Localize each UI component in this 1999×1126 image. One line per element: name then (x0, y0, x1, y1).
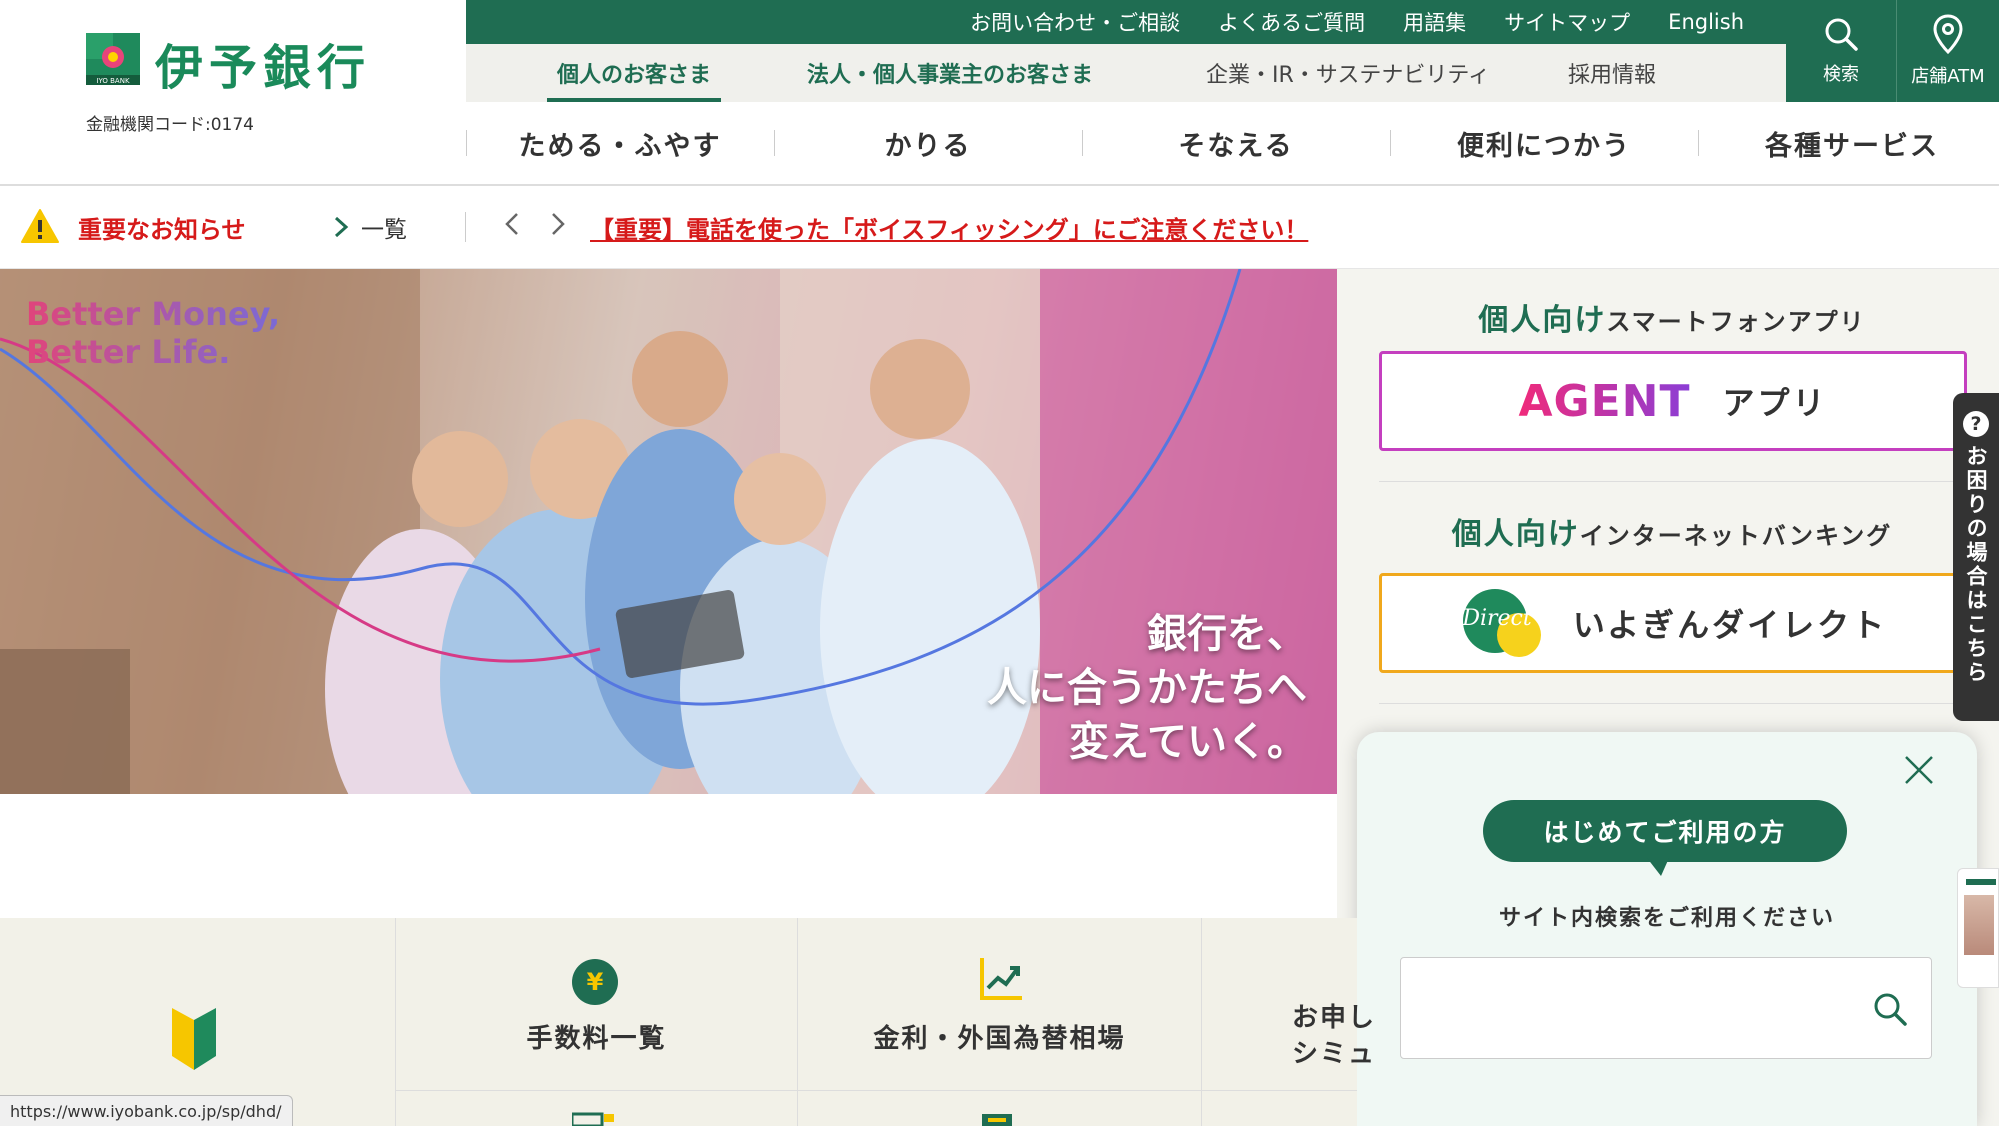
logo-sub-text: IYO BANK (96, 77, 130, 85)
next-row-icon-2 (982, 1114, 1012, 1126)
first-time-badge: はじめてご利用の方 (1483, 800, 1847, 862)
next-row-icon (572, 1112, 614, 1126)
page-preview-thumbnail[interactable] (1957, 868, 1999, 988)
chevron-right-icon (334, 216, 349, 238)
help-tab-label: お困りの場合はこちら (1964, 445, 1988, 685)
tab-recruit[interactable]: 採用情報 (1568, 44, 1656, 102)
search-submit-icon[interactable] (1871, 990, 1909, 1028)
smartphone-heading-accent: 個人向け (1478, 303, 1607, 338)
tab-company-ir[interactable]: 企業・IR・サステナビリティ (1206, 44, 1490, 102)
panel-divider (1379, 703, 1967, 704)
header-search-button[interactable]: 検索 (1786, 0, 1897, 102)
svg-text:¥: ¥ (587, 968, 604, 996)
quick-label-application: お申し シミュ (1292, 1000, 1376, 1072)
beginner-mark-icon (172, 1008, 216, 1070)
hero-brand-line-2: Better Life. (26, 333, 231, 371)
quick-label-application-line-2: シミュ (1292, 1039, 1377, 1069)
help-side-tab[interactable]: ? お困りの場合はこちら (1953, 393, 1999, 721)
thumbnail-header (1966, 879, 1996, 885)
nav-save-grow[interactable]: ためる・ふやす (466, 102, 774, 184)
smartphone-heading-text: スマートフォンアプリ (1606, 308, 1866, 336)
quick-cell-rates[interactable]: 金利・外国為替相場 (798, 918, 1202, 1126)
tab-corporate[interactable]: 法人・個人事業主のお客さま (807, 44, 1093, 102)
yen-coin-icon: ¥ (572, 959, 618, 1005)
warning-icon (21, 209, 59, 243)
hero-copy: 銀行を、 人に合うかたちへ 変えていく。 (987, 607, 1307, 769)
search-hint: サイト内検索をご利用ください (1498, 906, 1835, 931)
badge-tail (1647, 858, 1669, 876)
quick-label-application-line-1: お申し (1292, 1003, 1377, 1033)
direct-logo-icon: Direct (1461, 589, 1541, 657)
close-icon[interactable] (1903, 754, 1935, 786)
bank-name-logo[interactable]: 伊予銀行 (155, 28, 371, 98)
direct-label: いよぎんダイレクト (1572, 606, 1888, 644)
smartphone-app-heading: 個人向けスマートフォンアプリ (1377, 295, 1967, 339)
agent-logo: AGENT (1518, 375, 1691, 427)
important-notice-bar: 重要なお知らせ 一覧 【重要】電話を使った「ボイスフィッシング」にご注意ください… (0, 186, 1999, 268)
util-link-contact[interactable]: お問い合わせ・ご相談 (970, 7, 1180, 37)
map-pin-icon (1933, 14, 1963, 54)
question-icon: ? (1963, 411, 1989, 437)
site-header-logo-area: IYO BANK 伊予銀行 金融機関コード:0174 (0, 0, 466, 184)
main-nav: ためる・ふやす かりる そなえる 便利につかう 各種サービス (466, 102, 1999, 184)
thumbnail-image (1964, 895, 1994, 955)
nav-convenient-use[interactable]: 便利につかう (1390, 102, 1698, 184)
utility-links: お問い合わせ・ご相談 よくあるご質問 用語集 サイトマップ English (970, 0, 1744, 44)
quick-grid-divider (396, 1090, 1357, 1091)
search-label: 検索 (1823, 64, 1859, 85)
util-link-faq[interactable]: よくあるご質問 (1218, 7, 1365, 37)
direct-logo-text: Direct (1461, 606, 1532, 631)
quick-cell-fees[interactable]: ¥ 手数料一覧 (396, 918, 798, 1126)
quick-label-rates: 金利・外国為替相場 (873, 1024, 1126, 1054)
rate-chart-icon (980, 958, 1022, 1000)
ib-heading-accent: 個人向け (1451, 517, 1580, 552)
iyogin-direct-button[interactable]: Direct いよぎんダイレクト (1379, 573, 1967, 673)
header-atm-button[interactable]: 店舗ATM (1897, 0, 1999, 102)
internet-banking-heading: 個人向けインターネットバンキング (1377, 509, 1967, 553)
site-search-input[interactable] (1419, 958, 1849, 1058)
atm-label: 店舗ATM (1911, 66, 1985, 87)
status-bar-url: https://www.iyobank.co.jp/sp/dhd/ (0, 1095, 293, 1126)
util-link-sitemap[interactable]: サイトマップ (1504, 7, 1630, 37)
iyo-bank-logo-icon[interactable]: IYO BANK (86, 33, 140, 85)
agent-app-button[interactable]: AGENT アプリ (1379, 351, 1967, 451)
quick-label-fees: 手数料一覧 (526, 1024, 667, 1054)
agent-app-label: アプリ (1722, 384, 1828, 422)
nav-borrow[interactable]: かりる (774, 102, 1082, 184)
hero-brand-tagline: Better Money, Better Life. (26, 295, 280, 371)
hero-copy-line-3: 変えていく。 (1069, 719, 1307, 765)
notice-prev-arrow-icon[interactable] (500, 206, 524, 242)
notice-headline-link[interactable]: 【重要】電話を使った「ボイスフィッシング」にご注意ください！ (590, 210, 1308, 245)
hero-copy-line-2: 人に合うかたちへ (987, 665, 1307, 711)
tab-personal[interactable]: 個人のお客さま (546, 44, 722, 102)
hero-copy-line-1: 銀行を、 (1147, 611, 1307, 657)
ib-heading-text: インターネットバンキング (1579, 522, 1893, 550)
segment-tab-bar: 個人のお客さま 法人・個人事業主のお客さま 企業・IR・サステナビリティ 採用情… (466, 44, 1786, 102)
nav-prepare[interactable]: そなえる (1082, 102, 1390, 184)
bank-code: 金融機関コード:0174 (86, 115, 254, 135)
notice-list-label: 一覧 (361, 217, 407, 243)
search-icon (1825, 18, 1858, 51)
util-link-english[interactable]: English (1668, 10, 1744, 34)
quick-cell-application[interactable]: お申し シミュ (1202, 918, 1374, 1126)
notice-title: 重要なお知らせ (78, 216, 246, 244)
site-search-field (1400, 957, 1932, 1059)
utility-bar: お問い合わせ・ご相談 よくあるご質問 用語集 サイトマップ English (466, 0, 1786, 44)
hero-banner[interactable]: Better Money, Better Life. 銀行を、 人に合うかたちへ… (0, 269, 1337, 794)
notice-next-arrow-icon[interactable] (546, 206, 570, 242)
nav-services[interactable]: 各種サービス (1698, 102, 1999, 184)
notice-list-link[interactable]: 一覧 (333, 210, 407, 244)
notice-divider (465, 212, 466, 242)
hero-brand-line-1: Better Money, (26, 295, 281, 333)
util-link-glossary[interactable]: 用語集 (1403, 7, 1466, 37)
panel-divider (1379, 481, 1967, 482)
first-time-search-card: はじめてご利用の方 サイト内検索をご利用ください (1357, 732, 1977, 1126)
